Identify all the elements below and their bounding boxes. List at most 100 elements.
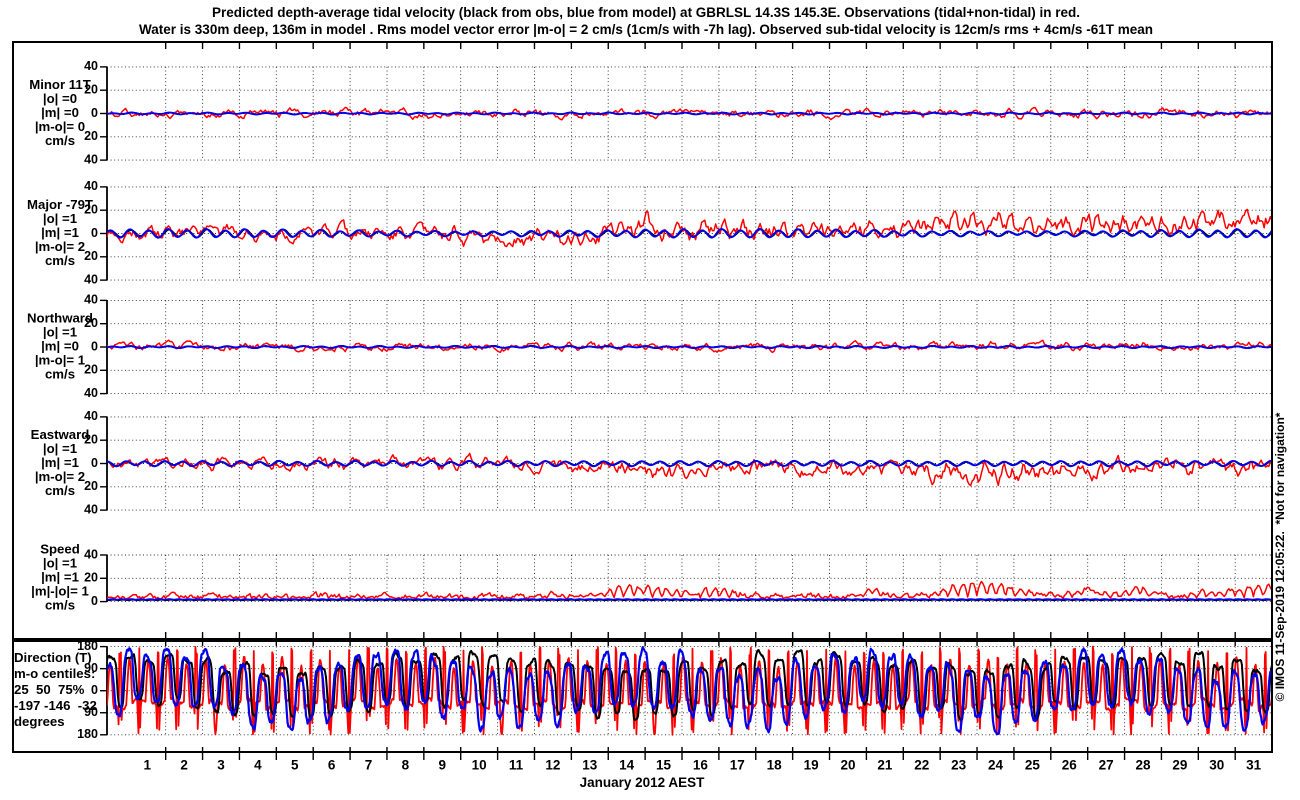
day-label-11: 11	[509, 758, 524, 773]
panel-label-major-line4: |m-o|= 2	[35, 239, 85, 254]
series-speed-raw	[107, 580, 1272, 600]
panel-label-speed-line5: cm/s	[45, 597, 75, 612]
day-label-10: 10	[472, 758, 487, 773]
tidal-validation-plot: Predicted depth-average tidal velocity (…	[12, 5, 1287, 790]
y-tick-label: 180	[77, 727, 98, 741]
y-tick-label: 0	[91, 339, 98, 353]
panel-label-direction-line5: degrees	[14, 714, 65, 729]
panel-label-major-line1: Major -79T	[27, 197, 93, 212]
day-label-31: 31	[1246, 758, 1262, 773]
day-label-16: 16	[693, 758, 709, 773]
y-tick-label: 40	[84, 547, 98, 561]
day-label-17: 17	[730, 758, 745, 773]
day-label-1: 1	[143, 758, 151, 773]
panel-label-minor-line3: |m| =0	[41, 105, 79, 120]
panel-label-northward-line3: |m| =0	[41, 338, 79, 353]
y-tick-label: 20	[84, 129, 98, 143]
y-tick-label: 0	[91, 594, 98, 608]
day-label-15: 15	[656, 758, 672, 773]
y-tick-label: 40	[84, 293, 98, 307]
panel-series-major	[107, 208, 1272, 248]
panel-label-eastward-line5: cm/s	[45, 483, 75, 498]
y-tick-label: 40	[84, 179, 98, 193]
panel-label-minor-line2: |o| =0	[43, 91, 77, 106]
watermark-copyright: © IMOS 11-Sep-2019 12:05:22. *Not for na…	[1273, 412, 1287, 701]
plot-title-line2: Water is 330m deep, 136m in model . Rms …	[139, 22, 1153, 37]
panel-label-major-line2: |o| =1	[43, 211, 77, 226]
y-tick-label: 20	[84, 571, 98, 585]
panel-label-northward-line5: cm/s	[45, 366, 75, 381]
day-label-28: 28	[1135, 758, 1151, 773]
day-label-14: 14	[619, 758, 635, 773]
panel-label-major-line3: |m| =1	[41, 225, 79, 240]
panel-label-direction-line1: Direction (T)	[14, 650, 92, 665]
panel-label-eastward-line4: |m-o|= 2	[35, 469, 85, 484]
day-label-21: 21	[877, 758, 893, 773]
series-major-model	[107, 227, 1272, 239]
day-label-6: 6	[328, 758, 336, 773]
y-tick-label: 40	[84, 59, 98, 73]
y-tick-label: 0	[91, 226, 98, 240]
day-label-13: 13	[582, 758, 598, 773]
day-label-4: 4	[254, 758, 262, 773]
day-label-24: 24	[988, 758, 1004, 773]
panel-label-direction-line2: m-o centiles:	[14, 666, 95, 681]
day-label-7: 7	[365, 758, 373, 773]
y-tick-label: 40	[84, 152, 98, 166]
panel-series-minor	[107, 106, 1272, 121]
panel-label-speed-line1: Speed	[40, 541, 80, 556]
y-tick-label: 40	[84, 409, 98, 423]
day-label-3: 3	[217, 758, 225, 773]
panel-label-speed-line4: |m|-|o|= 1	[31, 583, 89, 598]
velocity-panels-frame	[12, 41, 1273, 640]
series-eastward-raw	[107, 452, 1272, 487]
day-label-9: 9	[439, 758, 447, 773]
y-tick-label: 0	[91, 456, 98, 470]
panel-label-eastward-line1: Eastward	[31, 427, 90, 442]
y-tick-label: 40	[84, 502, 98, 516]
y-tick-label: 0	[91, 683, 98, 697]
day-label-26: 26	[1062, 758, 1078, 773]
panel-label-minor-line1: Minor 11T	[29, 77, 91, 92]
panel-label-direction-line4: -197 -146 -32	[14, 698, 97, 713]
y-tick-label: 0	[91, 106, 98, 120]
plot-title-line1: Predicted depth-average tidal velocity (…	[212, 5, 1080, 20]
day-label-27: 27	[1099, 758, 1114, 773]
y-tick-label: 20	[84, 249, 98, 263]
day-label-18: 18	[767, 758, 783, 773]
panel-label-minor-line4: |m-o|= 0	[35, 119, 85, 134]
y-tick-label: 40	[84, 272, 98, 286]
day-label-12: 12	[545, 758, 560, 773]
panel-label-northward-line2: |o| =1	[43, 324, 77, 339]
panel-series-northward	[107, 339, 1272, 354]
panel-label-major-line5: cm/s	[45, 253, 75, 268]
panel-eastward	[107, 416, 1272, 511]
day-label-29: 29	[1172, 758, 1187, 773]
y-tick-label: 20	[84, 363, 98, 377]
day-label-8: 8	[402, 758, 410, 773]
panel-label-speed-line2: |o| =1	[43, 555, 77, 570]
panel-label-direction-line3: 25 50 75%	[14, 682, 85, 697]
day-label-23: 23	[951, 758, 967, 773]
x-axis-label: January 2012 AEST	[580, 775, 706, 790]
chart-area: 402002040Minor 11T|o| =0|m| =0|m-o|= 0cm…	[12, 41, 1273, 773]
series-speed-model	[107, 598, 1272, 601]
panel-label-northward-line1: Northward	[27, 310, 93, 325]
day-label-30: 30	[1209, 758, 1224, 773]
panel-series-direction	[107, 645, 1272, 736]
series-major-raw	[107, 208, 1272, 248]
panel-label-eastward-line2: |o| =1	[43, 441, 77, 456]
figure: Predicted depth-average tidal velocity (…	[0, 0, 1300, 800]
panel-label-northward-line4: |m-o|= 1	[35, 352, 85, 367]
panel-label-minor-line5: cm/s	[45, 133, 75, 148]
panel-series-speed	[107, 580, 1272, 602]
y-tick-label: 40	[84, 386, 98, 400]
panel-label-eastward-line3: |m| =1	[41, 455, 79, 470]
day-label-20: 20	[840, 758, 855, 773]
panel-series-eastward	[107, 452, 1272, 487]
y-tick-label: 20	[84, 479, 98, 493]
day-label-19: 19	[804, 758, 819, 773]
day-label-2: 2	[180, 758, 188, 773]
day-label-25: 25	[1025, 758, 1041, 773]
day-label-5: 5	[291, 758, 299, 773]
